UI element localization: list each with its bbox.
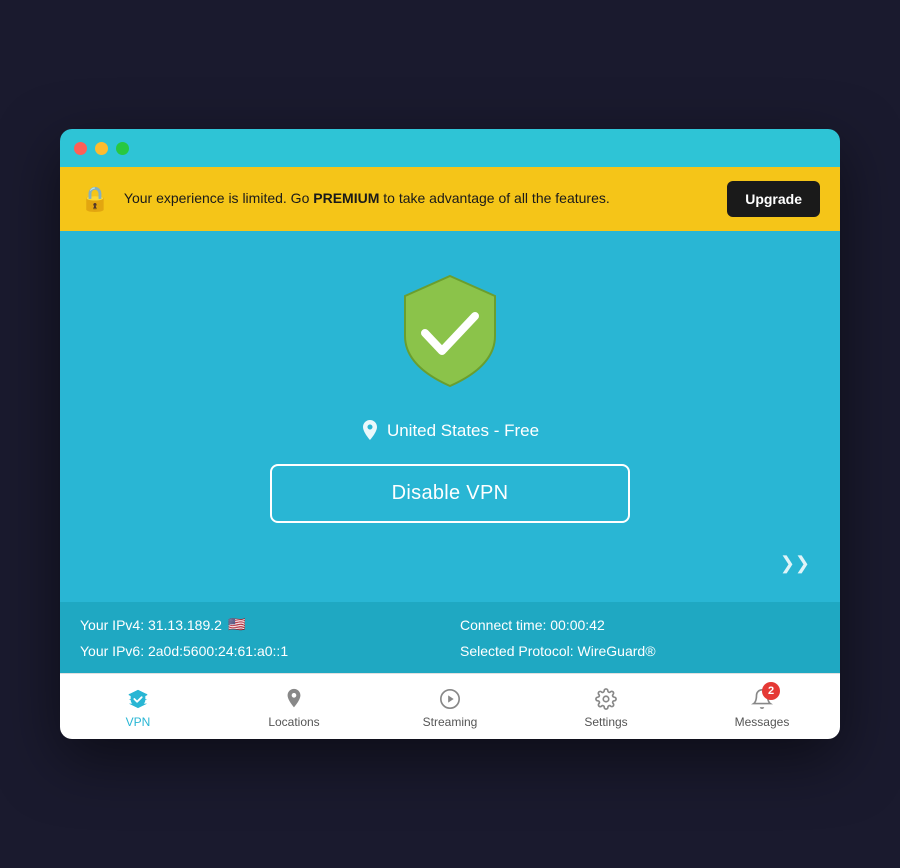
ipv4-label: Your IPv4: 31.13.189.2 [80, 617, 222, 633]
maximize-button[interactable] [116, 142, 129, 155]
banner-text: Your experience is limited. Go PREMIUM t… [124, 189, 713, 209]
protocol-label: Selected Protocol: WireGuard® [460, 643, 656, 659]
info-bar: Your IPv4: 31.13.189.2 🇺🇸 Connect time: … [60, 602, 840, 673]
bottom-nav: VPN Locations Streaming Settings [60, 673, 840, 739]
close-button[interactable] [74, 142, 87, 155]
ipv6-info: Your IPv6: 2a0d:5600:24:61:a0::1 [80, 643, 440, 659]
premium-banner: 🔒 Your experience is limited. Go PREMIUM… [60, 167, 840, 231]
us-flag-icon: 🇺🇸 [228, 616, 245, 633]
nav-item-streaming[interactable]: Streaming [372, 674, 528, 739]
nav-label-streaming: Streaming [423, 715, 478, 729]
nav-label-settings: Settings [584, 715, 627, 729]
streaming-icon [439, 688, 461, 710]
location-label: United States - Free [387, 421, 539, 441]
lock-icon: 🔒 [80, 185, 110, 214]
messages-badge: 2 [762, 682, 780, 700]
ipv6-label: Your IPv6: 2a0d:5600:24:61:a0::1 [80, 643, 288, 659]
protocol-info: Selected Protocol: WireGuard® [460, 643, 820, 659]
chevron-down-icon[interactable]: ❯❯ [780, 553, 810, 574]
nav-item-locations[interactable]: Locations [216, 674, 372, 739]
location-nav-icon [284, 688, 304, 710]
nav-item-settings[interactable]: Settings [528, 674, 684, 739]
banner-text-suffix: to take advantage of all the features. [379, 190, 609, 206]
upgrade-button[interactable]: Upgrade [727, 181, 820, 217]
app-window: 🔒 Your experience is limited. Go PREMIUM… [60, 129, 840, 739]
banner-text-normal: Your experience is limited. Go [124, 190, 313, 206]
location-row: United States - Free [361, 420, 539, 442]
nav-item-vpn[interactable]: VPN [60, 674, 216, 739]
connect-time-info: Connect time: 00:00:42 [460, 616, 820, 633]
ipv4-info: Your IPv4: 31.13.189.2 🇺🇸 [80, 616, 440, 633]
nav-label-messages: Messages [735, 715, 790, 729]
minimize-button[interactable] [95, 142, 108, 155]
nav-label-locations: Locations [268, 715, 319, 729]
banner-text-bold: PREMIUM [313, 190, 379, 206]
shield-icon [395, 271, 505, 391]
shield-container [395, 271, 505, 396]
nav-label-vpn: VPN [126, 715, 151, 729]
main-area: United States - Free Disable VPN ❯❯ [60, 231, 840, 602]
vpn-icon [127, 688, 149, 710]
connect-time-label: Connect time: 00:00:42 [460, 617, 605, 633]
disable-vpn-button[interactable]: Disable VPN [270, 464, 630, 523]
location-pin-icon [361, 420, 379, 442]
chevron-area: ❯❯ [80, 553, 820, 574]
settings-icon [595, 688, 617, 710]
nav-item-messages[interactable]: 2 Messages [684, 674, 840, 739]
title-bar [60, 129, 840, 167]
